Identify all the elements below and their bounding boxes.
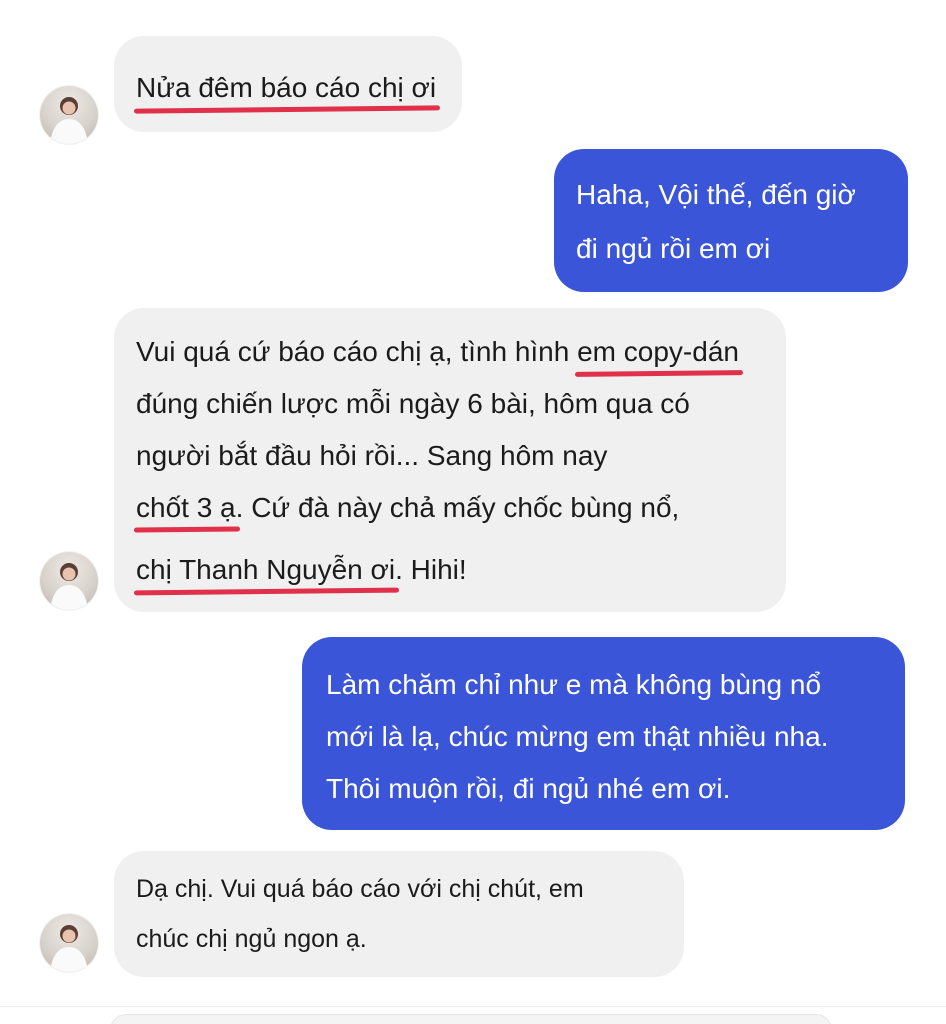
message-bubble-incoming[interactable]: Dạ chị. Vui quá báo cáo với chị chút, em…: [114, 851, 684, 977]
message-bubble-incoming[interactable]: Nửa đêm báo cáo chị ơi: [114, 36, 462, 132]
message-bubble-outgoing[interactable]: Làm chăm chỉ như e mà không bùng nổ mới …: [302, 637, 905, 830]
message-bubble-incoming[interactable]: Vui quá cứ báo cáo chị ạ, tình hình em c…: [114, 308, 786, 612]
contact-photo-icon: [50, 563, 88, 610]
contact-avatar[interactable]: [40, 914, 98, 972]
message-text: mới là lạ, chúc mừng em thật nhiều nha.: [326, 721, 829, 752]
message-text: đi ngủ rồi em ơi: [576, 233, 771, 264]
composer-divider: [0, 1006, 946, 1007]
message-text-underlined: chốt 3 ạ: [136, 492, 236, 523]
message-text: đúng chiến lược mỗi ngày 6 bài, hôm qua …: [136, 388, 690, 419]
contact-avatar[interactable]: [40, 552, 98, 610]
message-text: Nửa đêm báo cáo chị ơi: [136, 72, 437, 103]
message-text: chúc chị ngủ ngon ạ.: [136, 925, 367, 953]
message-text: Dạ chị. Vui quá báo cáo với chị chút, em: [136, 875, 584, 903]
contact-avatar[interactable]: [40, 86, 98, 144]
message-composer[interactable]: [110, 1014, 832, 1024]
message-text-underlined: chị Thanh Nguyễn ơi: [136, 554, 396, 585]
message-text: Thôi muộn rồi, đi ngủ nhé em ơi.: [326, 773, 731, 804]
message-text: người bắt đầu hỏi rồi... Sang hôm nay: [136, 440, 608, 471]
message-bubble-outgoing[interactable]: Haha, Vội thế, đến giờ đi ngủ rồi em ơi: [554, 149, 908, 292]
contact-photo-icon: [50, 925, 88, 972]
message-text: . Cứ đà này chả mấy chốc bùng nổ,: [235, 492, 680, 523]
message-text: Làm chăm chỉ như e mà không bùng nổ: [326, 669, 822, 700]
contact-photo-icon: [50, 97, 88, 144]
message-text: Vui quá cứ báo cáo chị ạ, tình hình: [136, 336, 578, 367]
message-text: . Hihi!: [395, 554, 467, 585]
chat-thread: Nửa đêm báo cáo chị ơi Haha, Vội thế, đế…: [0, 0, 946, 1024]
message-text-underlined: em copy-dán: [577, 336, 739, 367]
message-text: Haha, Vội thế, đến giờ: [576, 179, 856, 210]
